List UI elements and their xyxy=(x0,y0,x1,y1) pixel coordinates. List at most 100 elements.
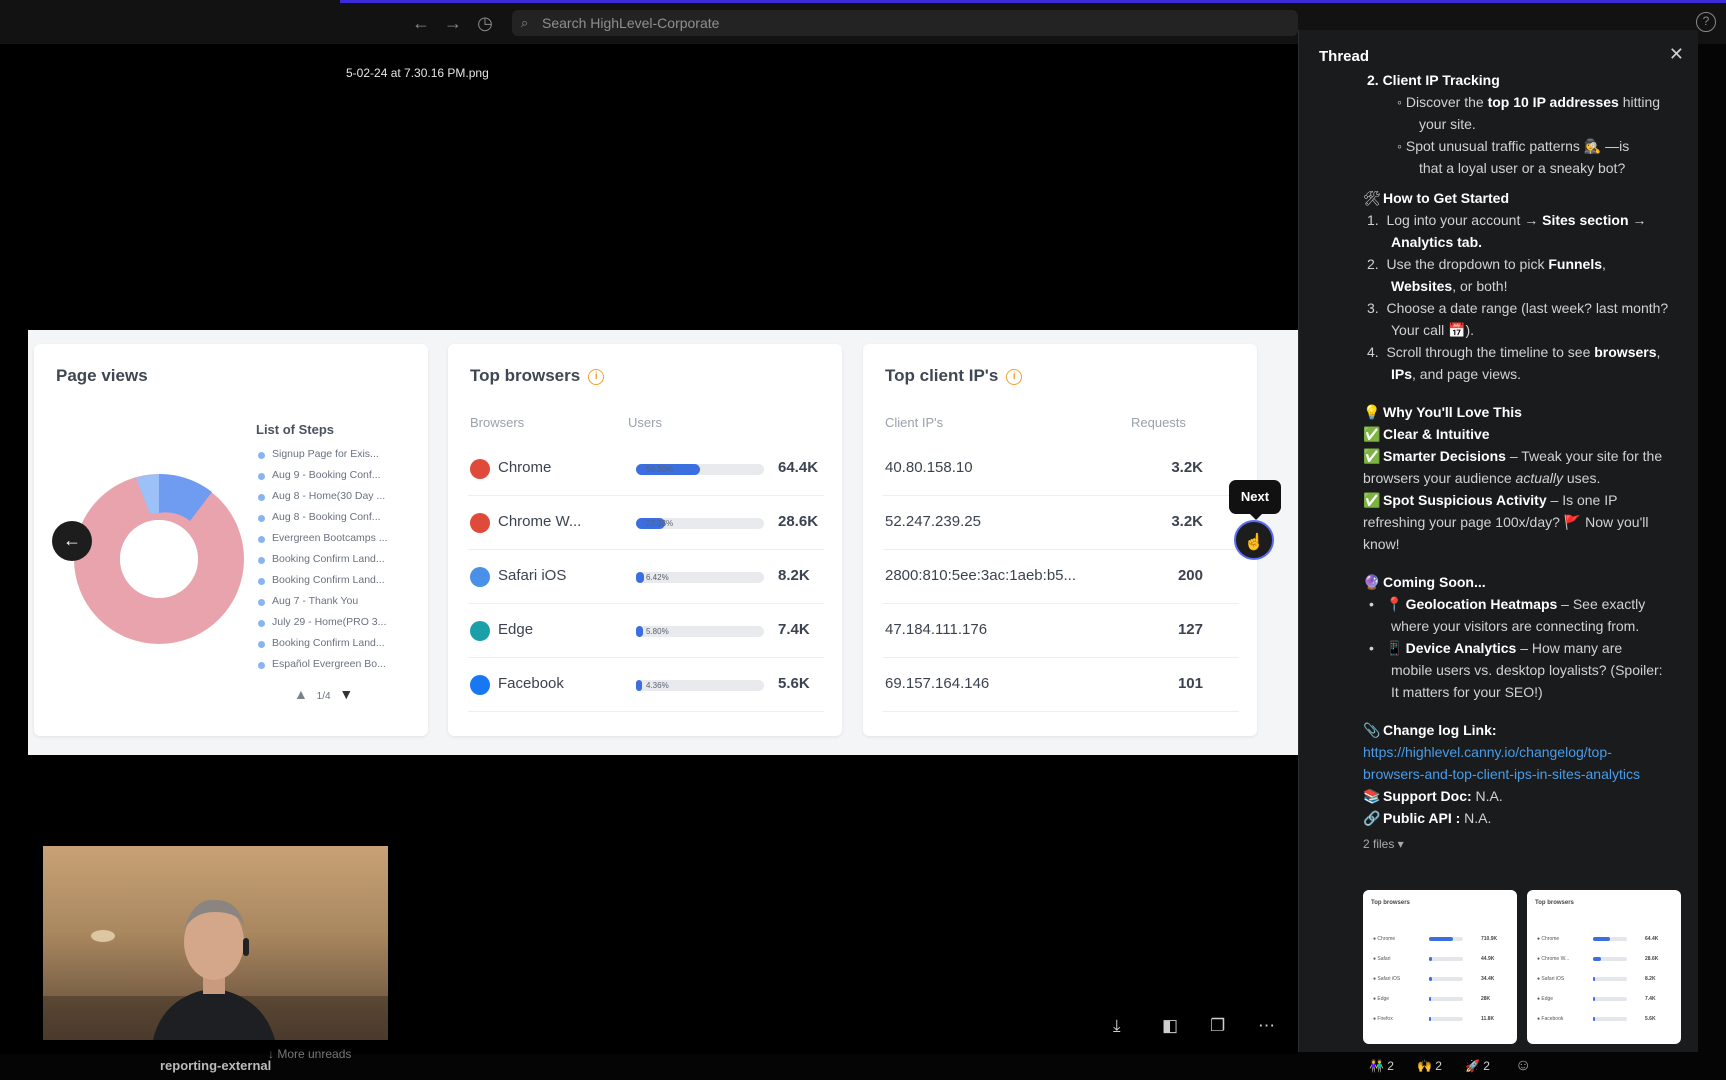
legend-item[interactable]: July 29 - Home(PRO 3... xyxy=(258,616,386,628)
top-ips-card: Top client IP's i Client IP's Requests 40… xyxy=(863,344,1257,736)
page-views-title: Page views xyxy=(56,366,148,385)
back-arrow-icon[interactable]: ← xyxy=(410,12,432,34)
forward-arrow-icon[interactable]: → xyxy=(442,12,464,34)
legend-item[interactable]: Español Evergreen Bo... xyxy=(258,658,386,670)
files-toggle[interactable]: 2 files ▾ xyxy=(1363,834,1404,854)
next-image-button[interactable]: ☝ xyxy=(1234,520,1274,560)
more-options-icon[interactable]: ⋯ xyxy=(1258,1016,1275,1038)
user-count: 64.4K xyxy=(778,459,819,476)
thread-line: that a loyal user or a sneaky bot? xyxy=(1419,160,1626,176)
browser-icon xyxy=(470,621,490,641)
thread-line: 🔗 Public API : N.A. xyxy=(1363,810,1492,826)
paperclip-icon: 📎 xyxy=(1363,722,1381,738)
tools-icon: 🛠 xyxy=(1363,190,1381,206)
thread-line: ◦ Spot unusual traffic patterns 🕵️‍♀️ —i… xyxy=(1397,138,1630,154)
thread-line: 🛠 How to Get Started xyxy=(1363,190,1510,206)
table-row: Facebook 4.36% 5.6K xyxy=(468,658,824,712)
reaction-pill[interactable]: 🙌 2 xyxy=(1411,1054,1448,1078)
search-input[interactable]: ⌕ Search HighLevel-Corporate xyxy=(512,10,1298,36)
table-row: 47.184.111.176 127 xyxy=(883,604,1239,658)
browser-name: Chrome W... xyxy=(498,513,582,530)
col-client-ips: Client IP's xyxy=(885,415,944,430)
video-call-tile[interactable] xyxy=(43,846,388,1040)
pager-up-icon[interactable]: ▲ xyxy=(294,686,308,702)
changelog-link[interactable]: https://highlevel.canny.io/changelog/top… xyxy=(1363,742,1612,762)
request-count: 127 xyxy=(1177,621,1203,638)
open-in-panel-icon[interactable]: ◧ xyxy=(1162,1016,1178,1038)
reaction-pill[interactable]: 👫 2 xyxy=(1363,1054,1400,1078)
usage-bar: 4.36% xyxy=(636,680,764,691)
checkmark-icon: ✅ xyxy=(1363,426,1381,442)
legend-item[interactable]: Aug 8 - Booking Conf... xyxy=(258,511,381,523)
changelog-link[interactable]: browsers-and-top-client-ips-in-sites-ana… xyxy=(1363,764,1640,784)
usage-bar: 23.33% xyxy=(636,518,764,529)
legend-item[interactable]: Aug 8 - Home(30 Day ... xyxy=(258,490,385,502)
request-count: 200 xyxy=(1177,567,1203,584)
lightbulb-icon: 💡 xyxy=(1363,404,1381,420)
client-ip: 47.184.111.176 xyxy=(885,621,988,638)
file-thumbnail[interactable]: Top browsers ● Chrome 64.4K ● Chrome W...… xyxy=(1527,890,1681,1044)
legend-item[interactable]: Booking Confirm Land... xyxy=(258,637,385,649)
client-ip: 40.80.158.10 xyxy=(885,459,973,476)
user-count: 8.2K xyxy=(778,567,810,584)
presenter-video xyxy=(43,899,388,1040)
file-thumbnail[interactable]: Top browsers ● Chrome 710.9K ● Safari 44.9… xyxy=(1363,890,1517,1044)
browser-icon xyxy=(470,459,490,479)
channel-name[interactable]: reporting-external xyxy=(160,1058,271,1073)
books-icon: 📚 xyxy=(1363,788,1381,804)
user-count: 28.6K xyxy=(778,513,819,530)
previous-image-button[interactable]: ← xyxy=(52,521,92,561)
info-icon[interactable]: i xyxy=(588,368,605,385)
thread-line: where your visitors are connecting from. xyxy=(1391,618,1640,634)
usage-bar: 5.80% xyxy=(636,626,764,637)
legend-item[interactable]: Signup Page for Exis... xyxy=(258,448,379,460)
browser-name: Edge xyxy=(498,621,534,638)
thread-line: mobile users vs. desktop loyalists? (Spo… xyxy=(1391,662,1663,678)
table-row: Edge 5.80% 7.4K xyxy=(468,604,824,658)
thread-line: It matters for your SEO!) xyxy=(1391,684,1543,700)
checkmark-icon: ✅ xyxy=(1363,448,1381,464)
thread-line: browsers your audience actually uses. xyxy=(1363,470,1601,486)
table-row: Chrome W... 23.33% 28.6K xyxy=(468,496,824,550)
request-count: 101 xyxy=(1177,675,1203,692)
help-icon[interactable]: ? xyxy=(1696,12,1716,32)
thread-line: 🔮 Coming Soon... xyxy=(1363,574,1486,590)
thread-line: • 📱 Device Analytics – How many are xyxy=(1369,640,1623,656)
app-root: ← → ◷ ⌕ Search HighLevel-Corporate ? 5-0… xyxy=(0,0,1726,1080)
legend-item[interactable]: Aug 7 - Thank You xyxy=(258,595,358,607)
legend-title: List of Steps xyxy=(256,422,335,437)
client-ip: 2800:810:5ee:3ac:1aeb:b5... xyxy=(885,567,1077,584)
mobile-icon: 📱 xyxy=(1385,640,1404,656)
link-icon: 🔗 xyxy=(1363,810,1381,826)
add-reaction-icon[interactable]: ☺ xyxy=(1509,1054,1537,1078)
copy-icon[interactable]: ❐ xyxy=(1210,1016,1225,1038)
legend-item[interactable]: Booking Confirm Land... xyxy=(258,574,385,586)
thread-line: IPs, and page views. xyxy=(1391,366,1521,382)
thread-line: Websites, or both! xyxy=(1391,278,1508,294)
thread-line: • 📍 Geolocation Heatmaps – See exactly xyxy=(1369,596,1646,612)
download-icon[interactable]: ⤓ xyxy=(1113,1016,1121,1038)
legend-item[interactable]: Aug 9 - Booking Conf... xyxy=(258,469,381,481)
browser-icon xyxy=(470,675,490,695)
top-ips-title: Top client IP's i xyxy=(885,366,1023,386)
thread-line: 4. Scroll through the timeline to see br… xyxy=(1367,344,1661,360)
pin-icon: 📍 xyxy=(1385,596,1404,612)
legend-item[interactable]: Booking Confirm Land... xyxy=(258,553,385,565)
browser-name: Safari iOS xyxy=(498,567,567,584)
request-count: 3.2K xyxy=(1171,513,1203,530)
legend-item[interactable]: Evergreen Bootcamps ... xyxy=(258,532,388,544)
reaction-pill[interactable]: 🚀 2 xyxy=(1459,1054,1496,1078)
table-row: 2800:810:5ee:3ac:1aeb:b5... 200 xyxy=(883,550,1239,604)
browser-name: Chrome xyxy=(498,459,552,476)
pager-down-icon[interactable]: ▼ xyxy=(339,686,353,702)
close-icon[interactable]: ✕ xyxy=(1669,44,1684,65)
page-views-card: Page views List of Steps Signup Page for… xyxy=(34,344,428,736)
thread-line: ✅ Spot Suspicious Activity – Is one IP xyxy=(1363,492,1618,508)
legend-pager[interactable]: ▲ 1/4 ▼ xyxy=(294,686,353,702)
history-clock-icon[interactable]: ◷ xyxy=(474,12,496,34)
thread-line: 2. Use the dropdown to pick Funnels, xyxy=(1367,256,1606,272)
more-unreads[interactable]: ↓ More unreads xyxy=(268,1047,351,1061)
search-placeholder: Search HighLevel-Corporate xyxy=(542,15,720,31)
thread-line: 💡 Why You'll Love This xyxy=(1363,404,1522,420)
info-icon[interactable]: i xyxy=(1006,368,1023,385)
